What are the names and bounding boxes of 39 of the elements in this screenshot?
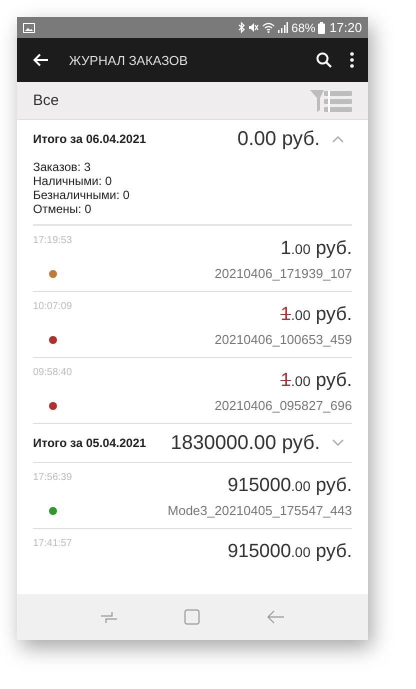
battery-icon bbox=[318, 22, 326, 34]
order-amount: 1.00 руб. bbox=[280, 304, 352, 326]
summary-line: Отмены: 0 bbox=[33, 202, 92, 216]
order-amount: 915000.00 руб. bbox=[228, 475, 352, 497]
order-amount: 915000.00 руб. bbox=[228, 541, 352, 563]
order-number: 20210406_171939_107 bbox=[214, 266, 352, 281]
screen-title: ЖУРНАЛ ЗАКАЗОВ bbox=[69, 52, 189, 68]
order-number: 20210406_100653_459 bbox=[214, 332, 352, 347]
group-title: Итого за 06.04.2021 bbox=[33, 132, 146, 146]
summary-line: Безналичными: 0 bbox=[33, 188, 131, 202]
group-total: 1830000.00 руб. bbox=[170, 432, 320, 454]
signal-icon bbox=[278, 22, 288, 33]
order-row[interactable]: 10:07:09 1.00 руб. 20210406_100653_459 bbox=[33, 292, 352, 358]
order-time: 17:19:53 bbox=[33, 235, 72, 246]
back-arrow-icon[interactable] bbox=[33, 53, 49, 67]
image-icon bbox=[23, 22, 35, 32]
order-amount: 1.00 руб. bbox=[280, 238, 352, 260]
mute-icon bbox=[248, 22, 260, 33]
group-title: Итого за 05.04.2021 bbox=[33, 436, 146, 450]
bluetooth-icon bbox=[238, 22, 246, 33]
order-row[interactable]: 17:19:53 1.00 руб. 20210406_171939_107 bbox=[33, 226, 352, 292]
order-number: 20210406_095827_696 bbox=[214, 398, 352, 413]
summary-line: Заказов: 3 bbox=[33, 160, 92, 174]
order-time: 09:58:40 bbox=[33, 367, 72, 378]
battery-percent: 68% bbox=[291, 20, 316, 34]
order-number: Mode3_20210405_175547_443 bbox=[168, 503, 352, 518]
group-total: 0.00 руб. bbox=[236, 128, 320, 150]
order-row[interactable]: 09:58:40 1.00 руб. 20210406_095827_696 bbox=[33, 358, 352, 424]
order-row[interactable]: 17:56:39 915000.00 руб. Mode3_20210405_175547_443 bbox=[33, 463, 352, 529]
summary-line: Наличными: 0 bbox=[33, 174, 113, 188]
order-time: 17:56:39 bbox=[33, 472, 72, 483]
search-icon[interactable] bbox=[316, 52, 332, 68]
order-time: 10:07:09 bbox=[33, 301, 72, 312]
filter-label[interactable]: Все bbox=[33, 92, 59, 109]
order-time: 17:41:57 bbox=[33, 538, 72, 549]
wifi-icon bbox=[262, 22, 276, 33]
more-icon[interactable] bbox=[350, 52, 354, 68]
order-amount: 1.00 руб. bbox=[280, 370, 352, 392]
clock: 17:20 bbox=[329, 20, 362, 35]
